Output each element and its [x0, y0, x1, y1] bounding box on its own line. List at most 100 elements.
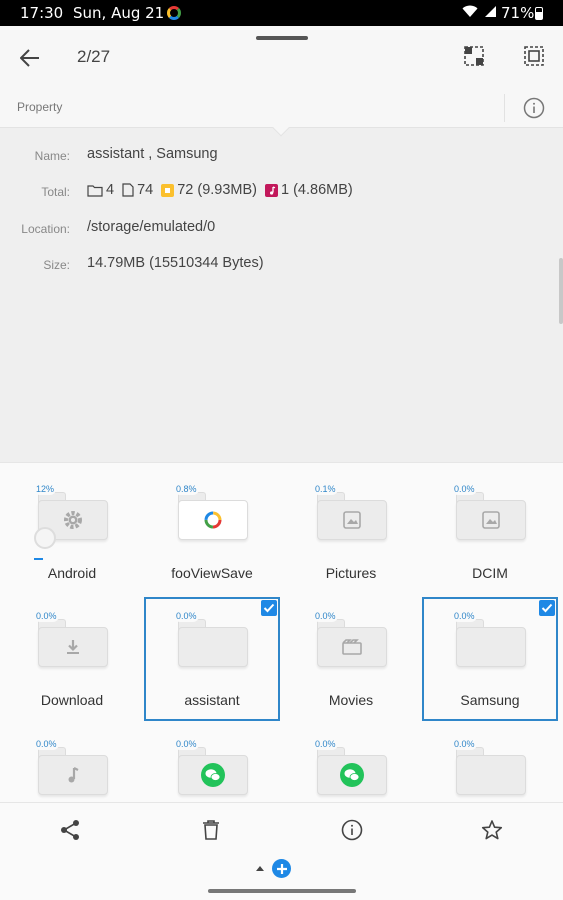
signal-icon	[484, 5, 497, 22]
status-date: Sun, Aug 21	[73, 4, 165, 22]
folder-name: Pictures	[325, 565, 377, 581]
film-icon	[342, 639, 362, 655]
select-range-button[interactable]	[461, 43, 487, 69]
select-all-icon	[524, 46, 544, 66]
usage-percent: 0.0%	[313, 738, 338, 750]
usage-percent: 0.0%	[452, 738, 477, 750]
folder-icon	[456, 747, 526, 795]
folder-item-fooviewsave[interactable]: 0.8% fooViewSave	[144, 470, 280, 594]
folder-item-android[interactable]: 12% Android	[4, 470, 140, 594]
select-all-button[interactable]	[521, 43, 547, 69]
size-row: Size: 14.79MB (15510344 Bytes)	[0, 254, 563, 276]
status-time: 17:30	[20, 4, 64, 22]
select-range-icon	[464, 46, 484, 66]
folder-name: DCIM	[472, 565, 508, 581]
total-values: 4 74 72 (9.93MB) 1 (4.86MB)	[87, 182, 361, 198]
folder-grid: 12% Android 0.8% fooViewSave 0.1% Pictur…	[0, 462, 563, 802]
checkbox-checked-icon[interactable]	[539, 600, 555, 616]
wechat-icon	[340, 763, 364, 787]
selection-counter: 2/27	[77, 47, 111, 66]
name-row: Name: assistant , Samsung	[0, 145, 563, 167]
size-label: Size:	[43, 258, 70, 272]
total-folders: 4	[106, 182, 115, 198]
name-value: assistant , Samsung	[87, 146, 218, 162]
folder-item-music[interactable]: 0.0%	[4, 725, 140, 802]
folder-item-wechat-2[interactable]: 0.0%	[283, 725, 419, 802]
gear-icon	[64, 511, 82, 529]
battery-percent: 71%	[501, 4, 535, 22]
size-value: 14.79MB (15510344 Bytes)	[87, 255, 264, 271]
status-bar: 17:30 Sun, Aug 21 71%	[0, 0, 563, 26]
info-icon	[341, 819, 363, 841]
location-label: Location:	[21, 222, 70, 236]
arrow-left-icon	[20, 49, 39, 67]
usage-percent: 0.0%	[452, 610, 477, 622]
battery-icon	[535, 7, 543, 20]
folder-icon	[178, 492, 248, 540]
usage-percent: 0.8%	[174, 483, 199, 495]
edge-handle[interactable]	[559, 258, 563, 324]
drag-handle[interactable]	[256, 36, 308, 40]
back-button[interactable]	[15, 43, 45, 73]
usage-percent: 0.1%	[313, 483, 338, 495]
folder-icon	[178, 619, 248, 667]
file-icon	[122, 183, 134, 197]
plus-icon	[276, 863, 287, 874]
checkbox-checked-icon[interactable]	[261, 600, 277, 616]
usage-percent: 12%	[34, 483, 57, 495]
usage-percent: 0.0%	[34, 610, 59, 622]
folder-icon	[317, 492, 387, 540]
usage-percent: 0.0%	[452, 483, 477, 495]
bottom-action-bar	[0, 802, 563, 900]
divider	[504, 94, 505, 122]
wifi-icon	[462, 5, 478, 22]
property-sheet: 2/27 Property Name: assistant , Samsung …	[0, 26, 563, 462]
folder-name: assistant	[184, 692, 240, 708]
gesture-nav-bar[interactable]	[208, 889, 356, 893]
folder-icon	[456, 619, 526, 667]
download-icon	[67, 640, 79, 654]
total-files: 74	[137, 182, 154, 198]
audio-badge-icon	[265, 183, 279, 197]
folder-name: Samsung	[460, 692, 520, 708]
folder-item-dcim[interactable]: 0.0% DCIM	[422, 470, 558, 594]
location-row: Location: /storage/emulated/0	[0, 218, 563, 240]
property-tab[interactable]: Property	[17, 100, 62, 114]
info-icon	[523, 97, 545, 119]
folder-item-download[interactable]: 0.0% Download	[4, 597, 140, 721]
usage-percent: 0.0%	[174, 738, 199, 750]
folder-item-movies[interactable]: 0.0% Movies	[283, 597, 419, 721]
delete-icon	[203, 820, 219, 840]
share-button[interactable]	[55, 815, 85, 845]
image-icon	[482, 511, 500, 529]
folder-item-assistant[interactable]: 0.0% assistant	[144, 597, 280, 721]
add-button[interactable]	[272, 859, 291, 878]
progress-ring	[34, 527, 56, 549]
folder-item-pictures[interactable]: 0.1% Pictures	[283, 470, 419, 594]
folder-item-samsung[interactable]: 0.0% Samsung	[422, 597, 558, 721]
info-button[interactable]	[522, 96, 546, 120]
name-label: Name:	[34, 149, 70, 163]
details-button[interactable]	[337, 815, 367, 845]
favorite-button[interactable]	[477, 815, 507, 845]
chevron-up-icon[interactable]	[253, 861, 267, 875]
folder-item-wechat-1[interactable]: 0.0%	[144, 725, 280, 802]
folder-name: Android	[47, 565, 97, 581]
folder-icon	[38, 747, 108, 795]
delete-button[interactable]	[196, 815, 226, 845]
total-audio: 1 (4.86MB)	[281, 182, 353, 198]
folder-name: fooViewSave	[171, 565, 253, 581]
location-value[interactable]: /storage/emulated/0	[87, 219, 215, 235]
share-icon	[61, 820, 79, 840]
image-icon	[343, 511, 361, 529]
image-badge-icon	[161, 183, 175, 197]
usage-percent: 0.0%	[34, 738, 59, 750]
folder-icon	[38, 619, 108, 667]
folder-icon	[87, 184, 103, 197]
fooview-logo-icon	[204, 511, 222, 529]
top-bar: 2/27	[0, 26, 563, 88]
wechat-icon	[201, 763, 225, 787]
folder-item-plain[interactable]: 0.0%	[422, 725, 558, 802]
star-icon	[481, 820, 503, 840]
usage-percent: 0.0%	[313, 610, 338, 622]
